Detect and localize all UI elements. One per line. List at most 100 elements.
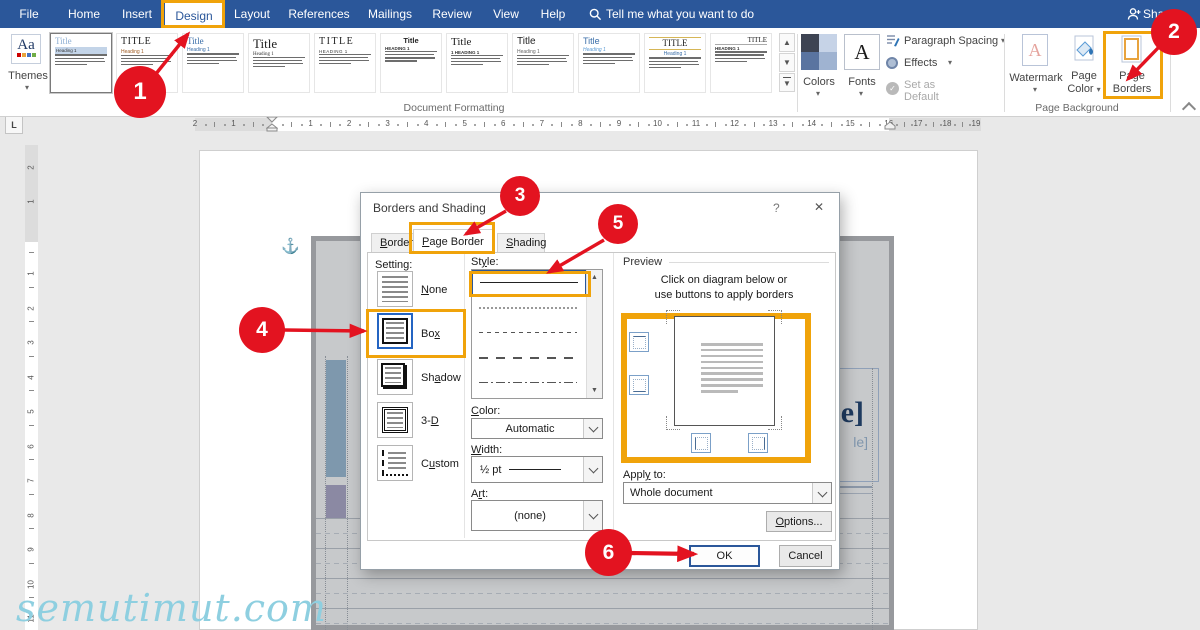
style-list-scrollbar[interactable]: ▲ ▼: [586, 270, 602, 398]
color-label: Color:: [471, 405, 501, 417]
style-option-wide-dashed-line[interactable]: [472, 345, 586, 370]
ruler-mark: 18: [918, 118, 951, 131]
ribbon: Aa Themes ▾ Title Heading 1 TITLE Heading 1…: [0, 28, 1200, 117]
tab-view[interactable]: View: [488, 0, 524, 28]
setting-option-label[interactable]: Custom: [421, 458, 459, 470]
style-set-item[interactable]: Title Heading 1: [182, 33, 244, 93]
style-set-item[interactable]: Title Heading 1: [512, 33, 574, 93]
color-dropdown-arrow[interactable]: [583, 419, 602, 438]
collapse-ribbon-icon[interactable]: [1181, 101, 1197, 117]
art-label: Art:: [471, 488, 489, 500]
gallery-scroll-up-button[interactable]: ▲: [779, 33, 795, 52]
tab-layout[interactable]: Layout: [231, 0, 273, 28]
tab-file[interactable]: File: [12, 0, 46, 28]
setting-option-label[interactable]: Box: [421, 328, 440, 340]
effects-button[interactable]: Effects ▾: [886, 56, 952, 74]
indent-markers[interactable]: [266, 116, 278, 132]
set-as-default-button[interactable]: ✓ Set as Default: [886, 78, 939, 103]
table-rule-solid: [316, 578, 889, 579]
tab-review[interactable]: Review: [428, 0, 476, 28]
paragraph-spacing-icon: [887, 35, 900, 47]
tab-stop-selector[interactable]: L: [5, 116, 23, 134]
scroll-up-icon[interactable]: ▲: [587, 270, 602, 285]
style-listbox[interactable]: ▲ ▼: [471, 269, 603, 399]
color-dropdown[interactable]: Automatic: [471, 418, 603, 439]
style-option-solid-line[interactable]: [472, 270, 586, 295]
ruler-mark: 14: [773, 118, 816, 131]
right-indent-marker[interactable]: [884, 121, 896, 131]
ok-button[interactable]: OK: [689, 545, 760, 567]
style-set-item[interactable]: TITLE HEADING 1: [710, 33, 772, 93]
style-set-item[interactable]: Title Heading 1: [49, 32, 113, 94]
page-color-icon: [1074, 35, 1094, 61]
style-set-item[interactable]: Title 1 HEADING 1: [446, 33, 508, 93]
options-button[interactable]: Options...: [766, 511, 832, 532]
tab-references[interactable]: References: [288, 0, 350, 28]
setting-label: Setting:: [375, 259, 413, 271]
style-set-item[interactable]: TITLE HEADING 1: [314, 33, 376, 93]
style-option-dash-dot-line[interactable]: [472, 370, 586, 395]
dialog-tab-borders[interactable]: Borders: [371, 233, 419, 253]
cancel-button[interactable]: Cancel: [779, 545, 832, 567]
style-option-dashed-line[interactable]: [472, 320, 586, 345]
tab-design[interactable]: Design: [165, 3, 223, 28]
ruler-mark: 15: [812, 118, 855, 131]
dialog-title: Borders and Shading: [373, 201, 486, 215]
preview-caption: Click on diagram below or use buttons to …: [654, 274, 794, 301]
style-option-dotted-line[interactable]: [472, 295, 586, 320]
vertical-ruler[interactable]: 2 1 1 2 3 4 5 6 7 8 9 10 11: [25, 145, 38, 630]
style-set-item[interactable]: Title Heading 1: [248, 33, 310, 93]
tab-mailings[interactable]: Mailings: [362, 0, 418, 28]
tell-me-box[interactable]: Tell me what you want to do: [606, 7, 754, 21]
top-border-button[interactable]: [629, 332, 649, 352]
setting-option-label[interactable]: None: [421, 284, 447, 296]
setting-option-label[interactable]: 3-D: [421, 415, 439, 427]
border-custom-icon[interactable]: [377, 445, 413, 481]
preview-text-line: [701, 343, 763, 346]
gallery-scroll-down-button[interactable]: ▼: [779, 53, 795, 72]
tab-insert[interactable]: Insert: [116, 0, 158, 28]
tab-help[interactable]: Help: [533, 0, 573, 28]
art-dropdown-arrow[interactable]: [583, 501, 602, 530]
border-shadow-icon[interactable]: [377, 359, 413, 395]
ruler-mark: 12: [696, 118, 739, 131]
word-window: File Home Insert Design Layout References Mail…: [0, 0, 1200, 630]
art-dropdown[interactable]: (none): [471, 500, 603, 531]
apply-to-dropdown-arrow[interactable]: [812, 483, 831, 503]
tab-home[interactable]: Home: [62, 0, 106, 28]
table-rule-dashed: [316, 623, 889, 624]
dialog-close-icon[interactable]: ✕: [814, 200, 824, 214]
width-dropdown-arrow[interactable]: [583, 457, 602, 482]
setting-option-label[interactable]: Shadow: [421, 372, 461, 384]
border-none-icon[interactable]: [377, 271, 413, 307]
callout-badge-4: 4: [239, 307, 285, 353]
group-label-page-background: Page Background: [1035, 102, 1119, 114]
ruler-mark: 2: [311, 118, 351, 131]
bottom-border-button[interactable]: [629, 375, 649, 395]
border-3d-icon[interactable]: [377, 402, 413, 438]
left-border-button[interactable]: [691, 433, 711, 453]
ruler-mark: 16: [850, 118, 893, 131]
style-set-item[interactable]: TITLE Heading 1: [644, 33, 706, 93]
ruler-segment: 21: [25, 145, 38, 242]
apply-to-dropdown[interactable]: Whole document: [623, 482, 832, 504]
effects-icon: [886, 57, 898, 69]
style-set-item[interactable]: Title HEADING 1: [380, 33, 442, 93]
ruler-mark: 11: [657, 118, 700, 131]
border-box-icon[interactable]: [377, 313, 413, 349]
dialog-tab-page-border[interactable]: Page Border: [413, 229, 495, 253]
right-border-button[interactable]: [748, 433, 768, 453]
callout-badge-1: 1: [114, 66, 166, 118]
style-set-item[interactable]: Title Heading 1: [578, 33, 640, 93]
gallery-more-button[interactable]: ▼: [779, 73, 795, 92]
callout-badge-2: 2: [1151, 9, 1197, 55]
style-label: Style:: [471, 256, 499, 268]
dialog-tab-shading[interactable]: Shading: [497, 233, 546, 253]
width-dropdown[interactable]: ½ pt: [471, 456, 603, 483]
callout-badge-6: 6: [585, 529, 632, 576]
scroll-down-icon[interactable]: ▼: [587, 383, 602, 398]
dialog-help-icon[interactable]: ?: [773, 201, 780, 215]
horizontal-ruler[interactable]: 2112345678910111213141516171819: [193, 118, 981, 131]
table-rule-dashed: [316, 593, 889, 594]
paragraph-spacing-button[interactable]: Paragraph Spacing ▾: [886, 34, 1005, 52]
